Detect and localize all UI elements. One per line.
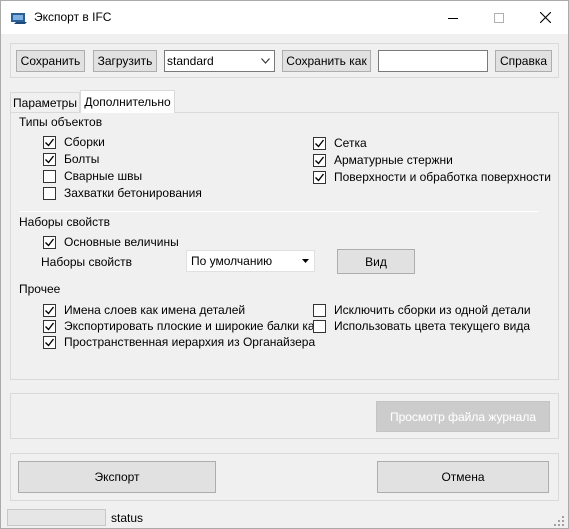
checkbox-label: Сборки: [64, 135, 105, 149]
view-button[interactable]: Вид: [337, 249, 415, 274]
checkbox-label: Пространственная иерархия из Органайзера: [64, 335, 316, 349]
tab-advanced[interactable]: Дополнительно: [80, 90, 175, 113]
property-sets-heading: Наборы свойств: [19, 215, 111, 229]
status-bar: status: [1, 506, 568, 528]
checkbox-label: Основные величины: [64, 235, 179, 249]
checkbox-rebars[interactable]: Арматурные стержни: [313, 153, 453, 167]
maximize-icon: [494, 12, 504, 23]
checkmark-icon: [315, 139, 325, 148]
ifc-export-app-icon: [11, 13, 27, 24]
checkbox-box[interactable]: [43, 152, 56, 166]
section-divider: [19, 211, 538, 212]
checkbox-box[interactable]: [43, 319, 56, 333]
resize-grip-icon[interactable]: [554, 516, 564, 526]
save-as-name-input[interactable]: [378, 50, 488, 72]
checkbox-assemblies[interactable]: Сборки: [43, 135, 105, 149]
progress-box: [7, 509, 106, 526]
checkbox-label: Сетка: [334, 136, 367, 150]
other-heading: Прочее: [19, 282, 61, 296]
checkbox-label: Арматурные стержни: [334, 153, 453, 167]
chevron-down-icon[interactable]: [256, 51, 274, 71]
checkbox-label: Болты: [64, 152, 100, 166]
checkbox-bolts[interactable]: Болты: [43, 152, 99, 166]
property-sets-field-label: Наборы свойств: [41, 255, 133, 269]
checkbox-box[interactable]: [313, 170, 326, 184]
checkbox-box[interactable]: [313, 319, 326, 333]
checkbox-box[interactable]: [43, 303, 56, 317]
save-button[interactable]: Сохранить: [16, 50, 85, 72]
checkbox-box[interactable]: [43, 135, 56, 149]
checkbox-box[interactable]: [43, 186, 56, 200]
dropdown-arrow-icon[interactable]: [296, 251, 314, 271]
help-button[interactable]: Справка: [495, 50, 552, 72]
checkbox-label: Поверхности и обработка поверхности: [334, 170, 551, 184]
checkbox-grid[interactable]: Сетка: [313, 136, 367, 150]
checkmark-icon: [45, 238, 55, 247]
tab-parameters[interactable]: Параметры: [10, 92, 80, 113]
checkbox-box[interactable]: [43, 169, 56, 183]
export-button[interactable]: Экспорт: [18, 461, 216, 493]
checkmark-icon: [45, 138, 55, 147]
load-button-label: Загрузить: [97, 54, 153, 68]
checkbox-label: Захватки бетонирования: [64, 186, 202, 200]
help-button-label: Справка: [499, 54, 548, 68]
checkbox-label: Исключить сборки из одной детали: [334, 303, 531, 317]
view-log-button-label: Просмотр файла журнала: [389, 409, 537, 424]
checkbox-surfaces[interactable]: Поверхности и обработка поверхности: [313, 170, 551, 184]
checkbox-label: Использовать цвета текущего вида: [334, 319, 531, 333]
checkmark-icon: [45, 155, 55, 164]
tab-advanced-label: Дополнительно: [84, 95, 171, 109]
checkbox-label: Имена слоев как имена деталей: [64, 303, 246, 317]
checkbox-box[interactable]: [43, 235, 56, 249]
minimize-icon: [448, 17, 458, 19]
view-log-button[interactable]: Просмотр файла журнала: [376, 401, 550, 432]
save-as-button[interactable]: Сохранить как: [282, 50, 371, 72]
close-icon: [539, 12, 551, 23]
checkbox-view-colors[interactable]: Использовать цвета текущего вида: [313, 319, 531, 333]
status-text: status: [111, 511, 144, 525]
load-button[interactable]: Загрузить: [93, 50, 157, 72]
checkbox-layer-names[interactable]: Имена слоев как имена деталей: [43, 303, 245, 317]
title-bar[interactable]: Экспорт в IFC: [1, 1, 568, 34]
checkbox-spatial-hierarchy[interactable]: Пространственная иерархия из Органайзера: [43, 335, 315, 349]
checkmark-icon: [45, 338, 55, 347]
checkbox-box[interactable]: [43, 335, 56, 349]
property-sets-select[interactable]: По умолчанию: [186, 250, 315, 272]
checkbox-box[interactable]: [313, 136, 326, 150]
checkbox-pour-breaks[interactable]: Захватки бетонирования: [43, 186, 202, 200]
tab-parameters-label: Параметры: [13, 96, 77, 110]
export-button-label: Экспорт: [94, 470, 140, 484]
minimize-button[interactable]: [430, 1, 476, 34]
checkmark-icon: [315, 173, 325, 182]
property-sets-value: По умолчанию: [191, 254, 273, 268]
object-types-heading: Типы объектов: [19, 115, 103, 129]
checkbox-flat-beams[interactable]: Экспортировать плоские и широкие балки к…: [43, 319, 330, 333]
checkmark-icon: [315, 156, 325, 165]
checkmark-icon: [45, 322, 55, 331]
checkbox-exclude-single-part[interactable]: Исключить сборки из одной детали: [313, 303, 531, 317]
preset-select[interactable]: standard: [164, 50, 275, 72]
cancel-button-label: Отмена: [441, 470, 485, 484]
checkbox-box[interactable]: [313, 153, 326, 167]
checkbox-welds[interactable]: Сварные швы: [43, 169, 142, 183]
preset-select-value: standard: [167, 54, 214, 68]
checkbox-box[interactable]: [313, 303, 326, 317]
cancel-button[interactable]: Отмена: [377, 461, 549, 493]
checkmark-icon: [45, 306, 55, 315]
export-ifc-dialog: Экспорт в IFC Сохранить Загрузить standa…: [0, 0, 569, 529]
maximize-button[interactable]: [476, 1, 522, 34]
save-button-label: Сохранить: [20, 54, 81, 68]
checkbox-label: Экспортировать плоские и широкие балки к…: [64, 319, 330, 333]
view-button-label: Вид: [365, 254, 387, 269]
window-title: Экспорт в IFC: [34, 10, 112, 24]
checkbox-label: Сварные швы: [64, 169, 143, 183]
save-as-button-label: Сохранить как: [286, 54, 367, 68]
checkbox-base-quantities[interactable]: Основные величины: [43, 235, 179, 249]
close-button[interactable]: [522, 1, 568, 34]
